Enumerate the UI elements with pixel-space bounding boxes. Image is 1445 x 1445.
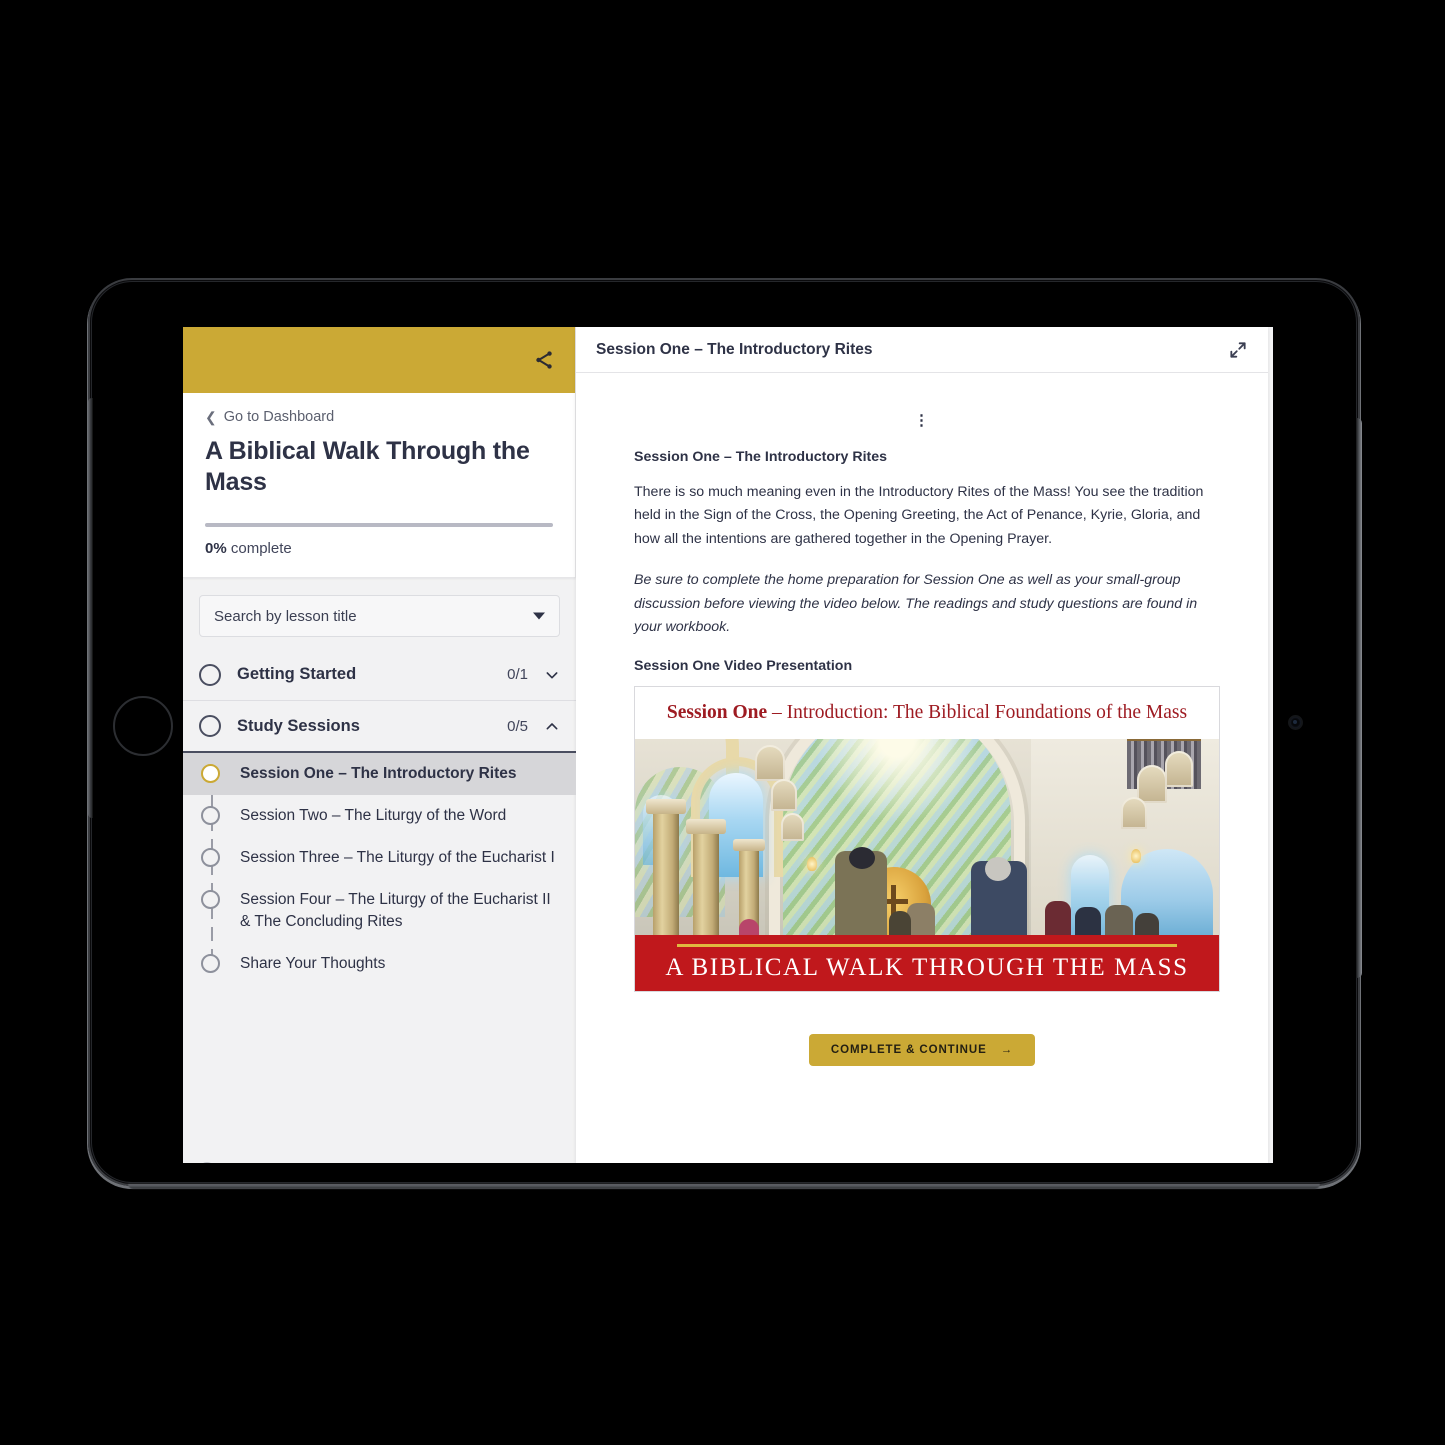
- lesson-status-circle: [201, 954, 220, 973]
- congregant-7: [1105, 904, 1133, 935]
- video-banner-bar: A BIBLICAL WALK THROUGH THE MASS: [635, 934, 1219, 991]
- video-photo: [635, 738, 1219, 935]
- section-status-circle: [199, 663, 221, 686]
- video-title-bold: Session One: [666, 701, 768, 723]
- search-lesson-placeholder: Search by lesson title: [214, 607, 357, 625]
- cta-container: COMPLETE & CONTINUE →: [634, 1033, 1210, 1066]
- progress-bar: [205, 523, 553, 527]
- video-banner-rule: [677, 943, 1177, 947]
- video-title-bar: Session One – Introduction: The Biblical…: [635, 686, 1219, 739]
- congregant-6: [1075, 906, 1101, 935]
- chevron-up-icon[interactable]: [544, 718, 560, 734]
- lesson-label: Session One – The Introductory Rites: [240, 765, 517, 782]
- congregant-2-head: [985, 856, 1011, 881]
- lesson-content-header: Session One – The Introductory Rites: [576, 327, 1268, 373]
- lesson-content-body: ⋮ Session One – The Introductory Rites T…: [576, 373, 1268, 1163]
- progress-label: 0% complete: [205, 540, 553, 557]
- sidebar-section-getting-started[interactable]: Getting Started 0/1: [183, 649, 576, 701]
- lesson-status-circle: [201, 764, 220, 783]
- sidebar-cutoff-item: [183, 1151, 576, 1163]
- church-column-cap-3: [733, 838, 765, 851]
- front-camera-icon: [1290, 717, 1301, 728]
- lesson-label: Session Three – The Liturgy of the Eucha…: [240, 849, 555, 866]
- course-card: ❮ Go to Dashboard A Biblical Walk Throug…: [183, 327, 576, 578]
- lesson-paragraph-1: There is so much meaning even in the Int…: [634, 484, 1204, 547]
- progress-percent: 0%: [205, 540, 227, 557]
- share-icon[interactable]: [533, 349, 555, 371]
- church-column-2: [693, 818, 719, 935]
- lesson-item-session-three[interactable]: Session Three – The Liturgy of the Eucha…: [183, 837, 576, 879]
- lesson-status-circle: [201, 806, 220, 825]
- course-title: A Biblical Walk Through the Mass: [205, 437, 530, 496]
- church-lamp-1: [807, 856, 817, 871]
- lesson-label: Share Your Thoughts: [240, 955, 386, 972]
- congregant-5: [1045, 900, 1071, 935]
- lesson-label: Session Two – The Liturgy of the Word: [240, 807, 507, 824]
- church-relief-plaque-5: [1165, 750, 1193, 787]
- video-thumbnail[interactable]: Session One – Introduction: The Biblical…: [634, 685, 1220, 992]
- church-relief-plaque-6: [1121, 796, 1147, 829]
- main-area: Session One – The Introductory Rites ⋮ S…: [576, 327, 1273, 1163]
- course-banner: [183, 327, 575, 393]
- video-section-heading: Session One Video Presentation: [634, 657, 853, 674]
- page-title: Session One – The Introductory Rites: [596, 340, 873, 358]
- video-banner-text: A BIBLICAL WALK THROUGH THE MASS: [665, 953, 1189, 981]
- congregant-4: [889, 910, 911, 935]
- church-column-cap-1: [646, 798, 686, 814]
- lesson-item-session-two[interactable]: Session Two – The Liturgy of the Word: [183, 795, 576, 837]
- search-lesson-select[interactable]: Search by lesson title: [199, 595, 560, 637]
- complete-and-continue-label: COMPLETE & CONTINUE: [830, 1043, 987, 1056]
- lesson-status-circle: [201, 890, 220, 909]
- go-to-dashboard-label: Go to Dashboard: [223, 409, 335, 425]
- church-relief-plaque-4: [1137, 764, 1167, 803]
- lesson-list: Session One – The Introductory Rites Ses…: [183, 753, 576, 985]
- screenshot-stage: ❮ Go to Dashboard A Biblical Walk Throug…: [0, 0, 1445, 1445]
- lesson-status-circle: [201, 848, 220, 867]
- section-count: 0/5: [507, 717, 528, 735]
- section-label: Getting Started: [237, 665, 357, 683]
- expand-icon[interactable]: [1228, 340, 1248, 360]
- device-edge-bottom: [128, 1184, 1320, 1189]
- go-to-dashboard-link[interactable]: ❮ Go to Dashboard: [205, 409, 553, 425]
- church-relief-plaque-3: [781, 812, 804, 841]
- chevron-down-icon: [533, 612, 545, 620]
- progress-suffix: complete: [226, 540, 292, 557]
- course-app: ❮ Go to Dashboard A Biblical Walk Throug…: [183, 327, 1273, 1163]
- congregant-1-hat: [849, 846, 875, 869]
- tablet-device: ❮ Go to Dashboard A Biblical Walk Throug…: [88, 278, 1362, 1189]
- sidebar-section-study-sessions[interactable]: Study Sessions 0/5: [183, 701, 576, 753]
- congregant-8: [1135, 912, 1159, 935]
- lesson-item-session-one[interactable]: Session One – The Introductory Rites: [183, 753, 576, 795]
- course-sidebar: ❮ Go to Dashboard A Biblical Walk Throug…: [183, 327, 576, 1163]
- lesson-item-share-your-thoughts[interactable]: Share Your Thoughts: [183, 943, 576, 985]
- video-title-rest: – Introduction: The Biblical Foundations…: [767, 701, 1188, 723]
- tablet-screen: ❮ Go to Dashboard A Biblical Walk Throug…: [183, 327, 1273, 1163]
- complete-and-continue-button[interactable]: COMPLETE & CONTINUE →: [808, 1033, 1036, 1066]
- church-lamp-2: [1131, 848, 1141, 863]
- course-card-body: ❮ Go to Dashboard A Biblical Walk Throug…: [183, 393, 575, 577]
- lesson-item-session-four[interactable]: Session Four – The Liturgy of the Euchar…: [183, 879, 576, 943]
- lesson-label: Session Four – The Liturgy of the Euchar…: [240, 891, 551, 930]
- video-title: Session One – Introduction: The Biblical…: [667, 702, 1187, 724]
- arrow-right-icon: →: [1000, 1043, 1014, 1056]
- chevron-left-icon: ❮: [205, 409, 217, 425]
- congregant-3: [907, 902, 935, 935]
- home-button[interactable]: [113, 696, 173, 756]
- lesson-content-card: Session One – The Introductory Rites ⋮ S…: [576, 327, 1268, 1163]
- device-edge-left: [88, 398, 93, 818]
- section-label: Study Sessions: [237, 716, 360, 735]
- church-column-cap-2: [686, 818, 726, 834]
- chevron-down-icon[interactable]: [544, 667, 560, 683]
- device-edge-right: [1356, 418, 1362, 978]
- section-status-circle: [199, 715, 221, 737]
- lesson-paragraph-2: Be sure to complete the home preparation…: [634, 572, 1198, 636]
- church-relief-plaque-2: [771, 778, 797, 811]
- congregant-9: [739, 918, 759, 935]
- church-column-1: [653, 798, 679, 935]
- vertical-dots-icon: ⋮: [914, 412, 930, 429]
- section-count: 0/1: [507, 666, 528, 683]
- lesson-body-heading: Session One – The Introductory Rites: [634, 449, 888, 465]
- church-relief-plaque-1: [755, 744, 785, 781]
